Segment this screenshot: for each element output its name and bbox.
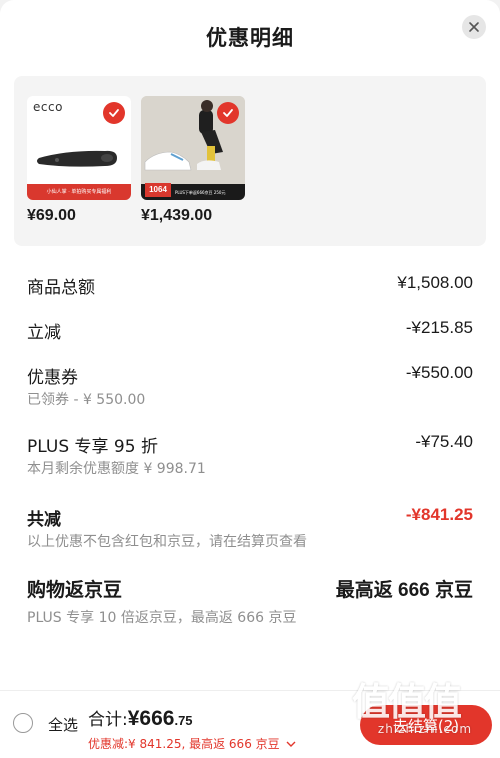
subtotal-value: ¥1,508.00 (397, 273, 473, 292)
promo-band: PLUS下单返666京豆 250元 (175, 190, 226, 195)
coupon-value: -¥550.00 (405, 363, 473, 382)
total-cents: .75 (174, 713, 193, 728)
instant-discount-value: -¥215.85 (405, 318, 473, 337)
promo-band: 小仙人掌 · 单拍购买专属福利 (27, 184, 131, 200)
total-discount-label: 共减 (27, 510, 61, 530)
product-card[interactable]: ecco 小仙人掌 · 单拍购买专属福利 ¥69.00 (27, 96, 131, 225)
discount-summary[interactable]: 优惠减:¥ 841.25, 最高返 666 京豆 (88, 735, 296, 752)
coupon-label: 优惠券 (27, 368, 78, 388)
coupon-sub: 已领券 - ¥ 550.00 (27, 392, 146, 408)
check-icon (223, 109, 233, 117)
total-amount: ¥666 (127, 707, 175, 730)
discount-detail-sheet: 优惠明细 ecco 小仙人掌 · 单拍购买专属福利 ¥69.00 1064 PL… (0, 0, 500, 758)
price-badge: 1064 (145, 183, 171, 197)
product-image: ecco 1064 PLUS下单返666京豆 250元 (141, 96, 245, 200)
bean-rebate-value: 最高返 666 京豆 (335, 580, 473, 601)
select-all-radio[interactable] (13, 713, 33, 733)
close-button[interactable] (462, 15, 486, 39)
checkout-bar: 全选 合计:¥666.75 优惠减:¥ 841.25, 最高返 666 京豆 去… (0, 690, 500, 758)
total-discount-note: 以上优惠不包含红包和京豆，请在结算页查看 (27, 534, 307, 550)
product-image: ecco 小仙人掌 · 单拍购买专属福利 (27, 96, 131, 200)
check-icon (109, 109, 119, 117)
checkout-button[interactable]: 去结算(2) (360, 705, 492, 745)
plus-discount-value: -¥75.40 (415, 432, 473, 451)
subtotal-label: 商品总额 (27, 278, 95, 298)
page-title: 优惠明细 (206, 26, 294, 50)
bean-rebate-label: 购物返京豆 (27, 579, 123, 601)
product-price: ¥1,439.00 (141, 207, 213, 224)
plus-remaining-quota: 本月剩余优惠额度 ¥ 998.71 (27, 461, 206, 477)
product-price: ¥69.00 (27, 207, 76, 224)
chevron-down-icon (286, 741, 296, 747)
discount-summary-text: 优惠减:¥ 841.25, 最高返 666 京豆 (88, 737, 280, 751)
select-all-label[interactable]: 全选 (48, 714, 78, 735)
total-label: 合计: (88, 710, 128, 730)
close-icon (469, 22, 479, 32)
bean-rebate-note: PLUS 专享 10 倍返京豆，最高返 666 京豆 (27, 610, 297, 626)
order-total: 合计:¥666.75 (88, 705, 193, 731)
selected-check (103, 102, 125, 124)
product-card[interactable]: ecco 1064 PLUS下单返666京豆 250元 (141, 96, 245, 225)
instant-discount-label: 立减 (27, 323, 61, 343)
product-panel: ecco 小仙人掌 · 单拍购买专属福利 ¥69.00 ecco (14, 76, 486, 246)
plus-discount-label: PLUS 专享 95 折 (27, 437, 158, 457)
total-discount-value: -¥841.25 (405, 505, 473, 524)
selected-check (217, 102, 239, 124)
